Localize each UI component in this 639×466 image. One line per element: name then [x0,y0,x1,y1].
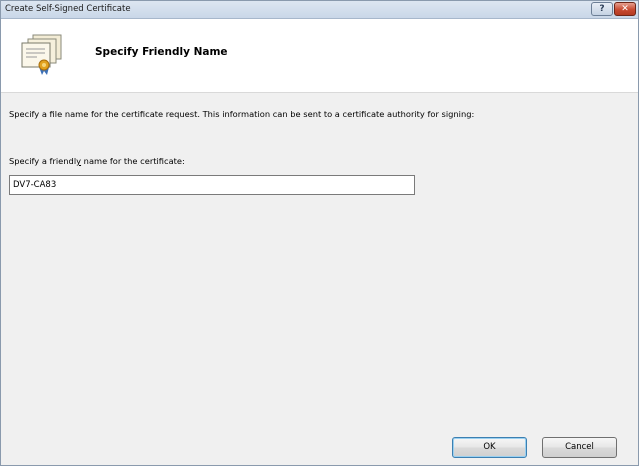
help-button[interactable]: ? [591,2,613,16]
window-title: Create Self-Signed Certificate [5,4,131,14]
certificate-icon [21,34,62,75]
dialog-window: Create Self-Signed Certificate ? ✕ Speci… [0,0,639,466]
page-title: Specify Friendly Name [95,46,228,58]
friendly-name-label: Specify a friendly name for the certific… [9,156,185,166]
instructions-text: Specify a file name for the certificate … [9,109,475,119]
wizard-header: Specify Friendly Name [1,19,638,93]
label-text-end: name for the certificate: [81,156,185,166]
close-button[interactable]: ✕ [614,2,636,16]
cancel-button[interactable]: Cancel [542,437,617,458]
ok-button[interactable]: OK [452,437,527,458]
label-text-start: Specify a friendl [9,156,77,166]
friendly-name-input[interactable] [9,175,415,195]
title-bar[interactable]: Create Self-Signed Certificate ? ✕ [1,1,638,19]
